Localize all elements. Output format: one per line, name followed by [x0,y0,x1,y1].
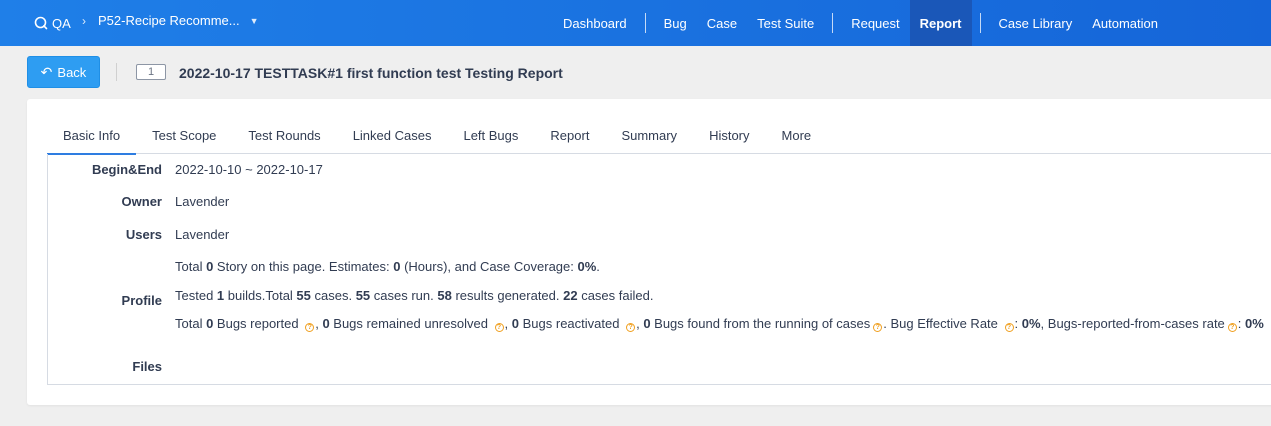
bugs-reactivated-count: 0 [511,316,520,331]
back-label: Back [57,64,87,80]
basic-info-panel: Begin&End 2022-10-10 ~ 2022-10-17 Owner … [47,154,1271,385]
question-circle-icon[interactable]: ? [873,323,883,332]
text: : [1014,316,1022,331]
profile-bugs-line: Total 0 Bugs reported ?, 0 Bugs remained… [175,316,1264,332]
product-name: P52-Recipe Recomme... [98,13,240,28]
text: Total [175,259,207,274]
begin-end-value: 2022-10-10 ~ 2022-10-17 [175,162,323,177]
nav-divider [979,13,981,33]
nav-bug[interactable]: Bug [654,0,697,46]
report-card: Basic Info Test Scope Test Rounds Linked… [27,99,1271,405]
tab-linked-cases[interactable]: Linked Cases [337,117,448,154]
tab-summary[interactable]: Summary [605,117,693,154]
tab-history[interactable]: History [693,117,765,154]
text: Tested [175,288,217,303]
nav-dashboard[interactable]: Dashboard [553,0,637,46]
product-switcher[interactable]: P52-Recipe Recomme... ▼ [98,13,259,28]
qa-search-icon [34,16,48,30]
text: , Bugs-reported-from-cases rate [1040,316,1225,331]
tab-test-scope[interactable]: Test Scope [136,117,232,154]
nav-case[interactable]: Case [697,0,747,46]
nav-case-library[interactable]: Case Library [989,0,1083,46]
breadcrumb-chevron-icon: › [82,14,86,28]
nav-divider [644,13,646,33]
back-button[interactable]: ↶ Back [27,56,100,88]
text: : [1237,316,1246,331]
text: Bugs reactivated [519,316,624,331]
main-nav: Dashboard Bug Case Test Suite Request Re… [553,0,1168,46]
header-divider [116,63,117,81]
question-circle-icon[interactable]: ? [1227,323,1237,332]
bugs-from-cases-count: 0 [643,316,651,331]
text: Total [175,316,207,331]
text: cases failed. [577,288,654,303]
question-circle-icon[interactable]: ? [626,323,636,332]
cases-run: 55 [355,288,371,303]
nav-request[interactable]: Request [841,0,909,46]
text: Story on this page. Estimates: [213,259,394,274]
text: cases run. [370,288,438,303]
bugs-unresolved-count: 0 [322,316,330,331]
begin-end-label: Begin&End [91,162,162,177]
text: results generated. [451,288,564,303]
text: Bugs reported [213,316,303,331]
app-name: QA [52,15,71,31]
undo-arrow-icon: ↶ [40,63,53,80]
case-coverage-value: 0% [577,259,597,274]
owner-label: Owner [121,194,162,209]
tab-left-bugs[interactable]: Left Bugs [447,117,534,154]
top-navbar: QA › P52-Recipe Recomme... ▼ Dashboard B… [0,0,1271,46]
text: Bugs remained unresolved [329,316,492,331]
question-circle-icon[interactable]: ? [494,323,504,332]
nav-automation[interactable]: Automation [1082,0,1168,46]
text: . Bug Effective Rate [883,316,1002,331]
report-id-badge: 1 [136,64,166,80]
owner-value: Lavender [175,194,230,209]
bugs-from-cases-rate: 0% [1245,316,1264,331]
tab-more[interactable]: More [766,117,828,154]
bug-effective-rate: 0% [1021,316,1041,331]
nav-divider [832,13,834,33]
files-label: Files [132,359,162,374]
text: Bugs found from the running of cases [650,316,871,331]
page-title: 2022-10-17 TESTTASK#1 first function tes… [179,65,563,81]
question-circle-icon[interactable]: ? [1004,323,1014,332]
text: . [596,259,600,274]
text: cases. [310,288,356,303]
profile-cases-line: Tested 1 builds.Total 55 cases. 55 cases… [175,288,653,303]
report-tabs: Basic Info Test Scope Test Rounds Linked… [47,117,1271,155]
app-brand[interactable]: QA [34,13,71,33]
profile-label: Profile [121,293,162,308]
caret-down-icon: ▼ [249,15,259,26]
nav-report[interactable]: Report [909,0,972,46]
tab-report[interactable]: Report [534,117,605,154]
tab-test-rounds[interactable]: Test Rounds [232,117,336,154]
profile-story-line: Total 0 Story on this page. Estimates: 0… [175,259,600,274]
text: (Hours), and Case Coverage: [400,259,578,274]
users-value: Lavender [175,227,230,242]
cases-total: 55 [296,288,311,303]
failed-count: 22 [563,288,578,303]
nav-test-suite[interactable]: Test Suite [747,0,824,46]
results-count: 58 [437,288,452,303]
text: builds.Total [224,288,297,303]
users-label: Users [125,227,162,242]
tab-basic-info[interactable]: Basic Info [47,117,137,155]
text: , [504,316,512,331]
question-circle-icon[interactable]: ? [305,323,315,332]
